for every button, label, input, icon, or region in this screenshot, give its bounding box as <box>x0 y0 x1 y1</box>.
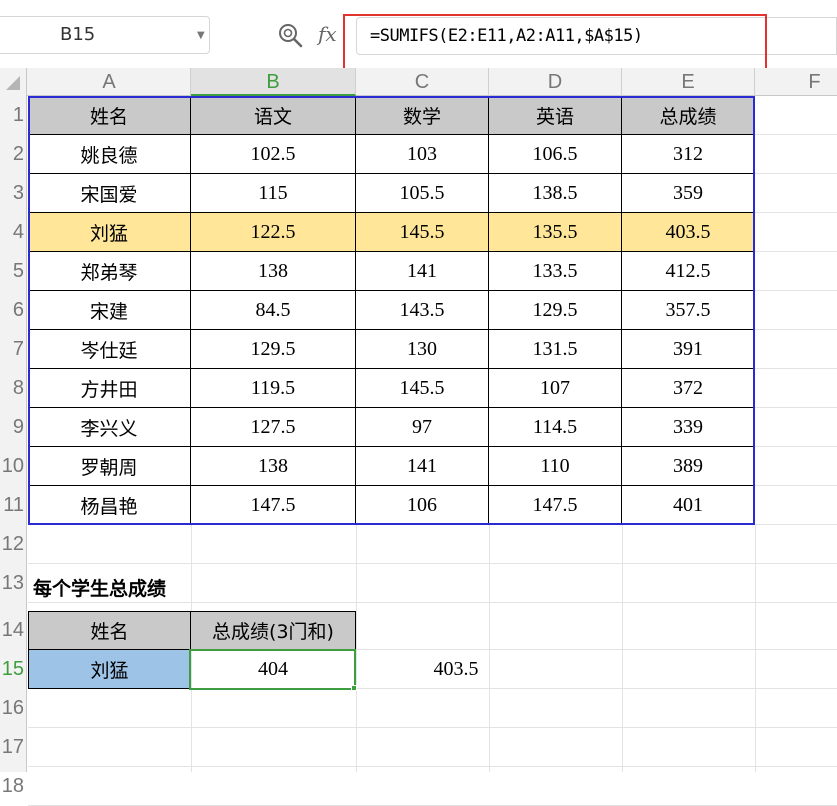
gridline <box>755 212 837 213</box>
gridline <box>755 525 756 772</box>
row-header-15[interactable]: 15 <box>0 658 24 681</box>
row-header-11[interactable]: 11 <box>0 494 24 517</box>
section-title: 每个学生总成绩 <box>33 578 167 600</box>
row-header-2[interactable]: 2 <box>0 143 24 166</box>
summary-total-header[interactable]: 总成绩(3门和) <box>191 611 356 650</box>
zoom-icon[interactable] <box>277 22 303 48</box>
chevron-down-icon[interactable]: ▼ <box>197 30 205 41</box>
gridline <box>755 368 837 369</box>
table-border <box>28 96 755 525</box>
gridline <box>755 524 837 525</box>
gridline <box>28 602 837 603</box>
gridline <box>755 407 837 408</box>
row-header-3[interactable]: 3 <box>0 182 24 205</box>
row-header-4[interactable]: 4 <box>0 221 24 244</box>
row-header-7[interactable]: 7 <box>0 338 24 361</box>
gridline <box>755 446 837 447</box>
row-header-14[interactable]: 14 <box>0 619 24 642</box>
fx-icon[interactable]: fx <box>318 22 337 46</box>
gridline <box>755 485 837 486</box>
column-header-e[interactable]: E <box>622 68 755 96</box>
gridline <box>755 329 837 330</box>
row-header-10[interactable]: 10 <box>0 455 24 478</box>
gridline <box>755 134 837 135</box>
gridline <box>28 766 837 767</box>
row-header-13[interactable]: 13 <box>0 572 24 595</box>
gridline <box>356 525 357 772</box>
row-header-6[interactable]: 6 <box>0 299 24 322</box>
name-box-value: B15 <box>60 24 96 45</box>
row-header-18[interactable]: 18 <box>0 775 24 798</box>
gridline <box>622 525 623 772</box>
column-header-b[interactable]: B <box>191 68 356 96</box>
row-header-9[interactable]: 9 <box>0 416 24 439</box>
summary-name-cell[interactable]: 刘猛 <box>28 650 191 689</box>
fill-handle[interactable] <box>351 685 357 691</box>
row-header-16[interactable]: 16 <box>0 697 24 720</box>
column-header-f[interactable]: F <box>755 68 837 96</box>
cell-selection <box>189 649 356 690</box>
side-value-cell[interactable]: 403.5 <box>356 650 556 689</box>
select-all-icon <box>6 76 20 90</box>
row-header-17[interactable]: 17 <box>0 736 24 759</box>
gridline <box>489 525 490 772</box>
gridline <box>755 290 837 291</box>
column-header-c[interactable]: C <box>356 68 489 96</box>
summary-name-header[interactable]: 姓名 <box>28 611 191 650</box>
row-header-1[interactable]: 1 <box>0 104 24 127</box>
row-header-5[interactable]: 5 <box>0 260 24 283</box>
column-header-d[interactable]: D <box>489 68 622 96</box>
gridline <box>28 563 837 564</box>
row-header-8[interactable]: 8 <box>0 377 24 400</box>
gridline <box>755 173 837 174</box>
gridline <box>28 727 837 728</box>
row-header-12[interactable]: 12 <box>0 533 24 556</box>
gridline <box>755 251 837 252</box>
column-header-a[interactable]: A <box>28 68 191 96</box>
